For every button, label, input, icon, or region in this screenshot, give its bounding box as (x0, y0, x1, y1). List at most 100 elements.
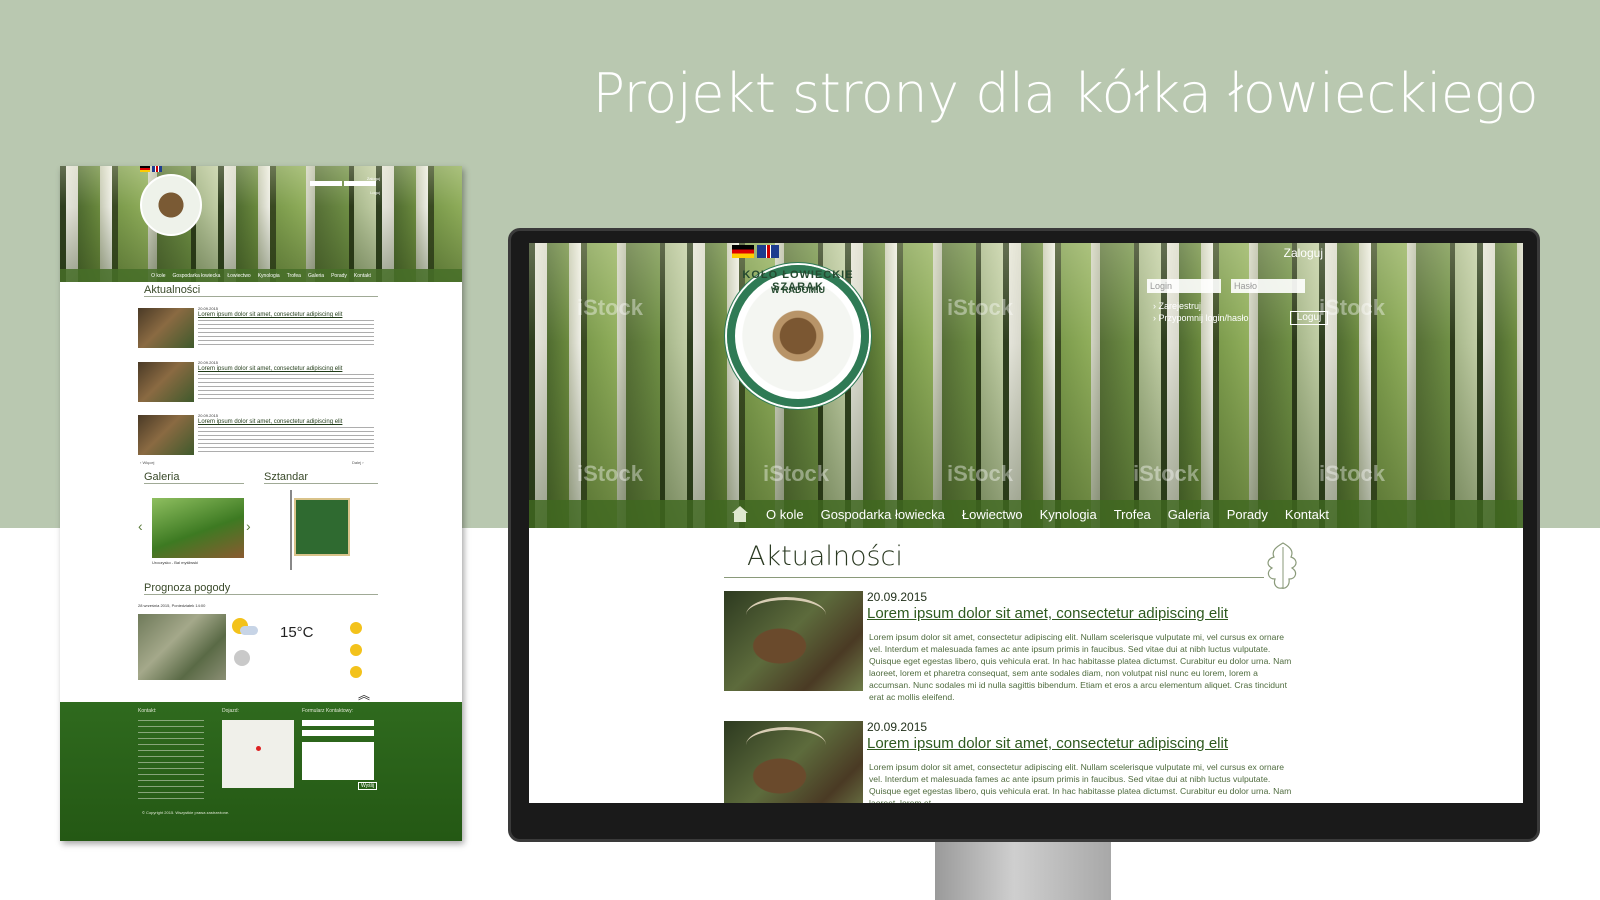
mockup-news-text (198, 320, 374, 348)
german-flag-icon[interactable] (732, 245, 754, 258)
article-date: 20.09.2015 (867, 590, 928, 604)
mockup-login-button[interactable]: Loguj (310, 190, 380, 195)
mockup-next-link[interactable]: Dalej › (352, 460, 364, 465)
login-link[interactable]: Zaloguj (1284, 246, 1323, 260)
article-date: 20.09.2015 (867, 720, 928, 734)
uk-flag-icon[interactable] (757, 245, 779, 258)
footer-directions-heading: Dojazd: (222, 708, 239, 714)
remind-password-link[interactable]: › Przypomnij login/hasło (1153, 313, 1249, 323)
mockup-news-thumbnail[interactable] (138, 308, 194, 348)
mockup-temperature: 15°C (280, 624, 314, 641)
mockup-weather-map[interactable] (138, 614, 226, 680)
nav-item-kontakt[interactable]: Kontakt (1285, 507, 1329, 522)
mockup-news-date: 20.09.2015 (198, 360, 219, 365)
watermark: iStock (1319, 461, 1386, 486)
mockup-header: Zaloguj Loguj O kole Gospodarka łowiecka… (60, 166, 462, 282)
nav-item-gospodarka[interactable]: Gospodarka łowiecka (821, 507, 945, 522)
german-flag-icon[interactable] (140, 166, 150, 172)
mockup-nav-item[interactable]: Porady (331, 273, 347, 279)
page-mockup: Zaloguj Loguj O kole Gospodarka łowiecka… (60, 166, 462, 841)
nav-item-galeria[interactable]: Galeria (1168, 507, 1210, 522)
home-icon[interactable] (731, 506, 749, 522)
article-title-link[interactable]: Lorem ipsum dolor sit amet, consectetur … (867, 605, 1228, 622)
deer-antler-shape (746, 597, 826, 633)
mockup-nav-item[interactable]: Galeria (308, 273, 324, 279)
mockup-news-title[interactable]: Lorem ipsum dolor sit amet, consectetur … (198, 312, 342, 318)
mockup-weather-date: 28 września 2015, Poniedziałek 14:00 (138, 603, 206, 608)
mockup-login-input[interactable] (310, 181, 342, 186)
watermark: iStock (947, 461, 1014, 486)
mockup-more-link[interactable]: ‹ Więcej (140, 460, 154, 465)
monitor-stand (935, 842, 1111, 900)
register-link[interactable]: › Zarejestruj (1153, 301, 1201, 311)
footer-email-input[interactable] (302, 730, 374, 736)
footer-form-heading: Formularz Kontaktowy: (302, 708, 354, 714)
article-image[interactable] (724, 591, 863, 691)
mockup-nav-item[interactable]: Kontakt (354, 273, 371, 279)
mockup-password-input[interactable] (344, 181, 376, 186)
mockup-news-heading: Aktualności (144, 284, 378, 297)
banner-pole (290, 490, 292, 570)
nav-item-porady[interactable]: Porady (1227, 507, 1268, 522)
mockup-news-title[interactable]: Lorem ipsum dolor sit amet, consectetur … (198, 419, 342, 425)
mockup-nav-item[interactable]: O kole (151, 273, 165, 279)
uk-flag-icon[interactable] (152, 166, 162, 172)
mockup-gallery-caption: Uroczysko - Bal myśliwski (152, 560, 199, 565)
cloud-icon (234, 650, 250, 666)
nav-item-trofea[interactable]: Trofea (1114, 507, 1151, 522)
emblem-city: W RADOMIU (771, 285, 825, 295)
password-input[interactable]: Hasło (1231, 279, 1305, 293)
mockup-news-title[interactable]: Lorem ipsum dolor sit amet, consectetur … (198, 366, 342, 372)
mockup-banner-image[interactable] (294, 498, 350, 556)
mockup-news-thumbnail[interactable] (138, 362, 194, 402)
mockup-gallery-image[interactable] (152, 498, 244, 558)
mockup-logo[interactable] (140, 174, 202, 236)
section-divider (724, 577, 1264, 578)
mockup-language-flags[interactable] (140, 166, 162, 172)
footer-copyright: © Copyright 2015. Wszystkie prawa zastrz… (142, 810, 230, 815)
footer-contact-text (138, 720, 204, 800)
monitor: iStock iStock iStock iStock iStock iStoc… (508, 228, 1540, 842)
language-flags (732, 245, 779, 258)
nav-item-lowiectwo[interactable]: Łowiectwo (962, 507, 1023, 522)
mockup-nav-item[interactable]: Łowiectwo (227, 273, 250, 279)
mockup-nav-item[interactable]: Gospodarka łowiecka (173, 273, 221, 279)
cloud-icon (240, 626, 258, 635)
deer-antler-shape (746, 727, 826, 763)
watermark: iStock (763, 461, 830, 486)
section-title: Aktualności (747, 541, 903, 572)
watermark: iStock (1319, 295, 1386, 320)
sun-icon (350, 622, 362, 634)
mockup-nav-item[interactable]: Trofea (287, 273, 301, 279)
sun-icon (350, 644, 362, 656)
footer-map[interactable] (222, 720, 294, 788)
mockup-news-date: 20.09.2015 (198, 413, 219, 418)
oak-leaf-icon (1267, 542, 1297, 589)
article-body: Lorem ipsum dolor sit amet, consectetur … (869, 762, 1292, 803)
article-image[interactable] (724, 721, 863, 803)
mockup-news-thumbnail[interactable] (138, 415, 194, 455)
article-title-link[interactable]: Lorem ipsum dolor sit amet, consectetur … (867, 735, 1228, 752)
watermark: iStock (577, 295, 644, 320)
watermark: iStock (577, 461, 644, 486)
mockup-news-item: 20.09.2015 Lorem ipsum dolor sit amet, c… (138, 306, 378, 352)
sun-icon (350, 666, 362, 678)
mockup-news-date: 20.09.2015 (198, 306, 219, 311)
footer-name-input[interactable] (302, 720, 374, 726)
scroll-up-icon[interactable]: ︽ (358, 686, 370, 703)
login-button[interactable]: Loguj (1290, 311, 1328, 325)
watermark: iStock (1133, 461, 1200, 486)
footer-send-button[interactable]: Wyślij (358, 782, 378, 790)
footer-message-textarea[interactable] (302, 742, 374, 780)
mockup-news-text (198, 427, 374, 455)
nav-item-o-kole[interactable]: O kole (766, 507, 804, 522)
mockup-nav-item[interactable]: Kynologia (258, 273, 280, 279)
nav-item-kynologia[interactable]: Kynologia (1040, 507, 1097, 522)
gallery-next-icon[interactable]: › (246, 518, 251, 534)
gallery-prev-icon[interactable]: ‹ (138, 518, 143, 534)
mockup-news-item: 20.09.2015 Lorem ipsum dolor sit amet, c… (138, 413, 378, 459)
mockup-banner-heading: Sztandar (264, 471, 378, 484)
login-input[interactable]: Login (1147, 279, 1221, 293)
monitor-screen: iStock iStock iStock iStock iStock iStoc… (529, 243, 1523, 803)
footer-contact-heading: Kontakt: (138, 708, 157, 714)
